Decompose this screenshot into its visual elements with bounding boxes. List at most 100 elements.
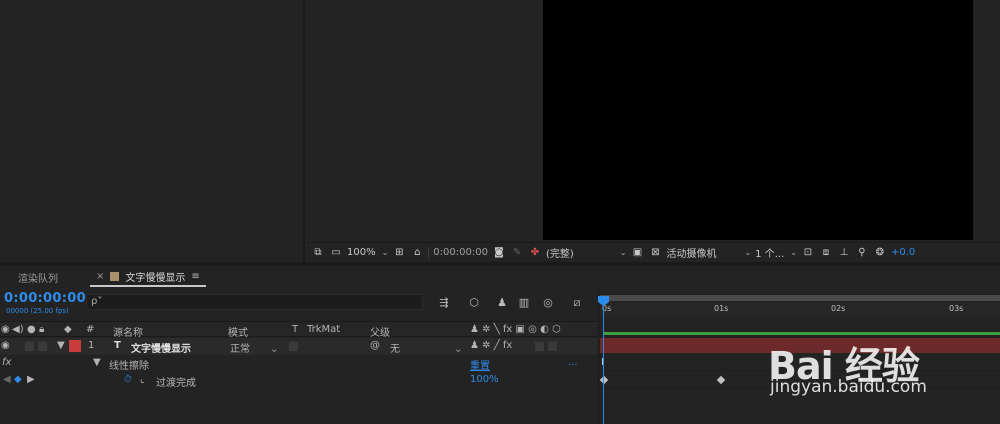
lock-toggle[interactable] xyxy=(38,342,47,351)
switch-chip[interactable] xyxy=(548,342,557,351)
solo-icon[interactable]: ● xyxy=(27,324,36,335)
layer-search-input[interactable]: ρ˅ xyxy=(86,294,423,310)
audio-toggle-icon[interactable]: ◀) xyxy=(12,324,24,335)
lock-icon[interactable]: 🔒︎ xyxy=(39,324,44,335)
exposure-value[interactable]: +0.0 xyxy=(891,247,915,258)
parent-dropdown[interactable]: 无 ⌄ xyxy=(390,340,462,355)
work-area-bar[interactable] xyxy=(600,295,1000,301)
monitor-icon[interactable]: ▭ xyxy=(329,247,343,259)
show-snapshot-icon[interactable]: ✎ xyxy=(510,247,524,259)
zoom-value: 100% xyxy=(347,247,376,258)
chevron-down-icon: ⌄ xyxy=(270,344,279,355)
tab-composition[interactable]: × 文字慢慢显示 ≡ xyxy=(90,267,206,287)
current-time-display[interactable]: 0:00:00:00 xyxy=(4,291,86,306)
viewer-toolbar: ⧉ ▭ 100% ⌄ ⊞ ⌂ 0:00:00:00 ◙ ✎ ✤ (完整) ⌄ ▣ ⊠… xyxy=(307,242,1000,262)
transparency-grid-icon[interactable]: ⊠ xyxy=(648,247,662,259)
camera-snapshot-icon[interactable]: ◙ xyxy=(492,247,506,259)
fast-previews-icon[interactable]: ⧈ xyxy=(819,247,833,259)
close-icon[interactable]: × xyxy=(96,271,104,282)
tab-render-queue[interactable]: 渲染队列 xyxy=(0,270,90,285)
mask-visibility-icon[interactable]: ⌂ xyxy=(410,247,424,259)
fx-icon[interactable]: fx xyxy=(2,357,11,368)
always-preview-icon[interactable]: ⧉ xyxy=(311,247,325,259)
zoom-dropdown[interactable]: 100% ⌄ xyxy=(347,247,388,258)
views-value: 1 个... xyxy=(755,249,785,260)
reset-link[interactable]: 重置 xyxy=(470,357,490,372)
grid-guide-icon[interactable]: ⊞ xyxy=(392,247,406,259)
project-panel xyxy=(0,0,305,262)
prev-keyframe-icon[interactable]: ◀ xyxy=(3,374,11,385)
label-color-swatch[interactable] xyxy=(69,340,81,352)
label-tag-icon[interactable]: ◆ xyxy=(64,324,72,335)
solo-toggle[interactable] xyxy=(25,342,34,351)
motion-blur-icon[interactable]: ◎ xyxy=(540,296,556,310)
ruler-tick-02s: 02s xyxy=(831,304,846,313)
switch-chip[interactable] xyxy=(535,342,544,351)
effect-row[interactable]: fx ▼ 线性擦除 重置 ... xyxy=(0,355,598,372)
eye-icon[interactable]: ◉ xyxy=(1,340,10,351)
layer-row[interactable]: ◉ ▼ 1 T 文字慢慢显示 正常 ⌄ @ 无 ⌄ ♟ ✲ ╱ fx xyxy=(0,338,598,355)
layer-switches[interactable]: ♟ ✲ ╱ fx xyxy=(470,340,512,351)
composition-canvas[interactable] xyxy=(543,0,973,240)
effect-name[interactable]: 线性擦除 xyxy=(109,357,149,372)
more-options[interactable]: ... xyxy=(568,357,578,368)
column-number: # xyxy=(86,324,95,335)
layer-mode-value: 正常 xyxy=(230,344,250,355)
column-mode[interactable]: 模式 xyxy=(228,324,248,339)
expand-triangle-icon[interactable]: ▼ xyxy=(93,357,101,368)
column-trkmat[interactable]: TrkMat xyxy=(307,324,340,335)
chevron-down-icon: ⌄ xyxy=(744,248,752,257)
chevron-down-icon: ⌄ xyxy=(790,248,797,257)
camera-value: 活动摄像机 xyxy=(666,249,717,260)
property-value-number: 100 xyxy=(470,374,490,385)
layer-mode-dropdown[interactable]: 正常 ⌄ xyxy=(230,340,278,355)
views-dropdown[interactable]: 1 个... ⌄ xyxy=(755,245,797,260)
layer-column-header: ◉ ◀) ● 🔒︎ ◆ # 源名称 模式 T TrkMat 父级 ♟ ✲ ╲ f… xyxy=(0,321,598,339)
property-value[interactable]: 100% xyxy=(470,374,499,385)
resolution-value: (完整) xyxy=(545,249,574,260)
comp-color-swatch xyxy=(110,271,120,281)
panel-menu-icon[interactable]: ≡ xyxy=(191,271,199,282)
video-toggle-icon[interactable]: ◉ xyxy=(1,324,10,335)
region-of-interest-icon[interactable]: ▣ xyxy=(630,247,644,259)
property-row[interactable]: ◀ ◆ ▶ ⏱ ⌞ 过渡完成 100% xyxy=(0,372,598,389)
next-keyframe-icon[interactable]: ▶ xyxy=(27,374,35,385)
switches-icons: ♟ ✲ ╲ fx ▣ ◎ ◐ ⬡ xyxy=(470,324,561,335)
divider xyxy=(428,246,430,259)
graph-icon[interactable]: ⌞ xyxy=(140,374,145,385)
toggle-pixel-aspect-icon[interactable]: ⊡ xyxy=(801,247,815,259)
timeline-tab-bar: 渲染队列 × 文字慢慢显示 ≡ xyxy=(0,266,1000,288)
camera-dropdown[interactable]: 活动摄像机 ⌄ xyxy=(666,245,751,260)
column-t: T xyxy=(292,324,299,335)
resolution-dropdown[interactable]: (完整) ⌄ xyxy=(546,245,627,260)
layer-name[interactable]: 文字慢慢显示 xyxy=(131,340,191,355)
graph-editor-icon[interactable]: ⧄ xyxy=(569,296,585,310)
ruler-tick-03s: 03s xyxy=(949,304,964,313)
playhead-line[interactable] xyxy=(603,300,604,424)
tab-composition-label: 文字慢慢显示 xyxy=(125,272,186,284)
frame-rate-display: 00000 (25.00 fps) xyxy=(6,307,69,315)
column-parent[interactable]: 父级 xyxy=(370,324,390,339)
column-source-name[interactable]: 源名称 xyxy=(113,324,143,339)
draft-3d-icon[interactable]: ⬡ xyxy=(466,296,482,310)
color-channels-icon[interactable]: ✤ xyxy=(528,247,542,259)
chevron-down-icon: ⌄ xyxy=(619,248,627,257)
composition-mini-flowchart-icon[interactable]: ⇶ xyxy=(436,296,452,310)
chevron-down-icon: ⌄ xyxy=(454,344,463,355)
viewer-timecode[interactable]: 0:00:00:00 xyxy=(433,247,488,258)
pickwhip-icon[interactable]: @ xyxy=(370,340,380,351)
preserve-transparency-toggle[interactable] xyxy=(289,342,298,351)
add-keyframe-icon[interactable]: ◆ xyxy=(14,374,22,385)
property-value-unit: % xyxy=(489,374,499,385)
watermark-url: jingyan.baidu.com xyxy=(770,377,927,397)
parent-value: 无 xyxy=(390,344,400,355)
shy-layers-icon[interactable]: ♟ xyxy=(494,296,510,310)
time-ruler[interactable] xyxy=(600,302,1000,318)
timeline-icon[interactable]: ⊥ xyxy=(837,247,851,259)
flowchart-icon[interactable]: ⚲ xyxy=(855,247,869,259)
switch-fx-label: fx xyxy=(502,324,513,335)
frame-blending-icon[interactable]: ▥ xyxy=(516,296,532,310)
exposure-icon[interactable]: ❂ xyxy=(873,247,887,259)
stopwatch-icon[interactable]: ⏱ xyxy=(124,374,132,385)
expand-triangle-icon[interactable]: ▼ xyxy=(57,340,65,351)
